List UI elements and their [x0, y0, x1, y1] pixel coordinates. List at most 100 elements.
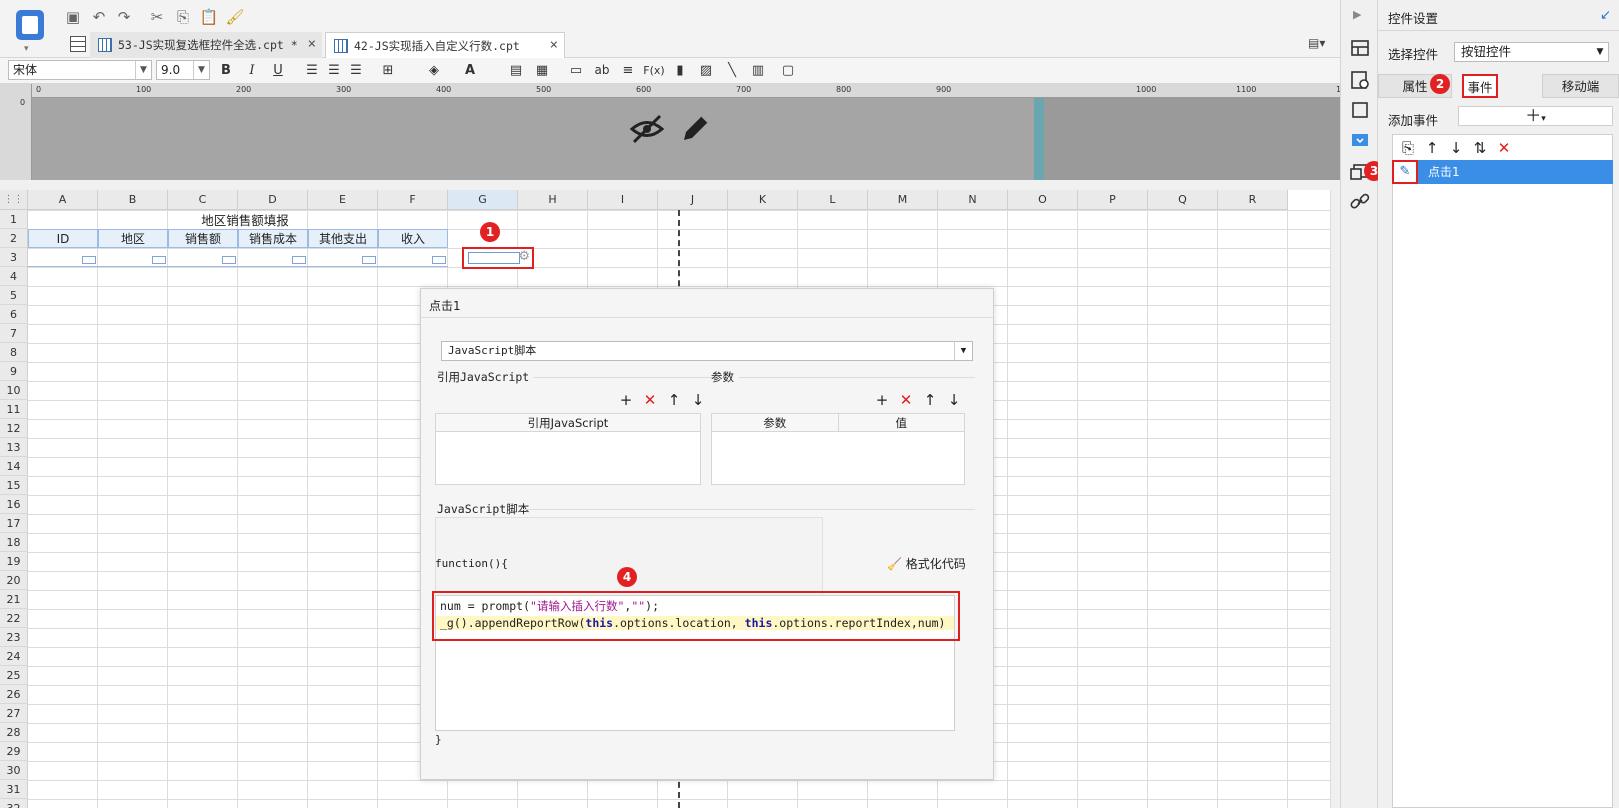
arrow-down-icon[interactable]: ↓ [689, 391, 707, 409]
cell-element-icon[interactable]: ▢ [778, 60, 798, 80]
delete-icon[interactable]: ✕ [1495, 139, 1513, 157]
row-header[interactable]: 16 [0, 495, 28, 514]
tab-mobile[interactable]: 移动端 [1542, 74, 1619, 98]
format-painter-icon[interactable]: 🖌 [224, 6, 246, 28]
column-header[interactable]: E [308, 190, 378, 210]
row-header[interactable]: 18 [0, 533, 28, 552]
column-header[interactable]: G [448, 190, 518, 210]
condition-attributes-icon[interactable] [1349, 70, 1371, 90]
font-size-select[interactable]: 9.0 ▼ [156, 60, 210, 80]
vertical-scrollbar[interactable] [1330, 190, 1340, 808]
arrow-up-icon[interactable]: ↑ [665, 391, 683, 409]
column-header[interactable]: A [28, 190, 98, 210]
column-header[interactable]: I [588, 190, 658, 210]
save-icon[interactable]: ▣ [62, 6, 84, 28]
copy-icon[interactable]: ⎘ [172, 6, 194, 28]
header-cell[interactable]: 地区 [98, 229, 168, 248]
select-all-corner[interactable]: ⋮⋮ [0, 190, 28, 210]
row-header[interactable]: 23 [0, 628, 28, 647]
row-header[interactable]: 5 [0, 286, 28, 305]
app-logo[interactable]: ▾ [10, 6, 50, 54]
grid-icon[interactable] [70, 36, 86, 52]
text-icon[interactable]: ab [592, 60, 612, 80]
text-input-widget[interactable] [308, 248, 378, 267]
font-color-icon[interactable]: A [460, 60, 480, 80]
tab-events[interactable]: 事件 [1462, 74, 1498, 98]
row-header[interactable]: 29 [0, 742, 28, 761]
image-icon[interactable]: ▨ [696, 60, 716, 80]
align-center-icon[interactable]: ☰ [324, 60, 344, 80]
undo-icon[interactable]: ↶ [88, 6, 110, 28]
header-cell[interactable]: 销售成本 [238, 229, 308, 248]
sub-report-icon[interactable]: ▥ [748, 60, 768, 80]
column-header[interactable]: Q [1148, 190, 1218, 210]
row-header[interactable]: 8 [0, 343, 28, 362]
split-cells-icon[interactable]: ▦ [532, 60, 552, 80]
row-header[interactable]: 22 [0, 609, 28, 628]
arrow-up-icon[interactable]: ↑ [921, 391, 939, 409]
row-header[interactable]: 17 [0, 514, 28, 533]
rich-text-icon[interactable]: ≡ [618, 60, 638, 80]
ref-js-table[interactable]: 引用JavaScript [435, 413, 701, 485]
column-header[interactable]: O [1008, 190, 1078, 210]
column-header[interactable]: M [868, 190, 938, 210]
float-element-icon[interactable] [1349, 100, 1371, 120]
font-family-select[interactable]: 宋体 ▼ [8, 60, 152, 80]
button-widget-cell[interactable]: ⚙ [462, 247, 534, 269]
text-input-widget[interactable] [98, 248, 168, 267]
row-header[interactable]: 4 [0, 267, 28, 286]
column-header[interactable]: J [658, 190, 728, 210]
pin-icon[interactable]: ↙ [1600, 8, 1611, 23]
header-cell[interactable]: 销售额 [168, 229, 238, 248]
column-header[interactable]: D [238, 190, 308, 210]
add-event-button[interactable]: ＋▾ [1458, 106, 1613, 126]
link-icon[interactable] [1349, 192, 1371, 212]
tab-insert-rows[interactable]: 42-JS实现插入自定义行数.cpt × [325, 32, 565, 58]
align-left-icon[interactable]: ☰ [302, 60, 322, 80]
bold-icon[interactable]: B [216, 60, 236, 80]
event-list[interactable]: ⎘ ↑ ↓ ⇅ ✕ [1392, 134, 1613, 808]
cut-icon[interactable]: ✂ [146, 6, 168, 28]
event-type-select[interactable]: JavaScript脚本 ▼ [441, 341, 973, 361]
italic-icon[interactable]: I [242, 60, 262, 80]
row-header[interactable]: 15 [0, 476, 28, 495]
row-header[interactable]: 2 [0, 229, 28, 248]
row-header[interactable]: 28 [0, 723, 28, 742]
params-table[interactable]: 参数 值 [711, 413, 965, 485]
row-header[interactable]: 13 [0, 438, 28, 457]
row-header[interactable]: 10 [0, 381, 28, 400]
row-header[interactable]: 6 [0, 305, 28, 324]
edit-event-icon[interactable]: ✎ [1392, 160, 1418, 184]
close-icon[interactable]: × [550, 37, 558, 53]
delete-icon[interactable]: ✕ [641, 391, 659, 409]
format-code-button[interactable]: 🧹 格式化代码 [887, 555, 966, 572]
row-header[interactable]: 12 [0, 419, 28, 438]
fill-color-icon[interactable]: ◈ [424, 60, 444, 80]
tab-list-dropdown-icon[interactable]: ▤▾ [1308, 36, 1325, 50]
row-header[interactable]: 14 [0, 457, 28, 476]
arrow-down-icon[interactable]: ↓ [1447, 139, 1465, 157]
row-header[interactable]: 26 [0, 685, 28, 704]
row-header[interactable]: 30 [0, 761, 28, 780]
widget-type-select[interactable]: 按钮控件 ▼ [1454, 42, 1609, 62]
add-icon[interactable]: + [873, 391, 891, 409]
text-input-widget[interactable] [28, 248, 98, 267]
delete-icon[interactable]: ✕ [897, 391, 915, 409]
row-header[interactable]: 19 [0, 552, 28, 571]
sort-icon[interactable]: ⇅ [1471, 139, 1489, 157]
report-title-cell[interactable]: 地区销售额填报 [28, 210, 462, 229]
column-header[interactable]: K [728, 190, 798, 210]
redo-icon[interactable]: ↷ [113, 6, 135, 28]
header-cell[interactable]: ID [28, 229, 98, 248]
row-header[interactable]: 3 [0, 248, 28, 267]
column-header[interactable]: R [1218, 190, 1288, 210]
row-header[interactable]: 9 [0, 362, 28, 381]
column-header[interactable]: P [1078, 190, 1148, 210]
text-cell-icon[interactable]: ▭ [566, 60, 586, 80]
header-cell[interactable]: 其他支出 [308, 229, 378, 248]
text-input-widget[interactable] [168, 248, 238, 267]
row-header[interactable]: 7 [0, 324, 28, 343]
arrow-up-icon[interactable]: ↑ [1423, 139, 1441, 157]
text-input-widget[interactable] [378, 248, 448, 267]
column-header[interactable]: N [938, 190, 1008, 210]
